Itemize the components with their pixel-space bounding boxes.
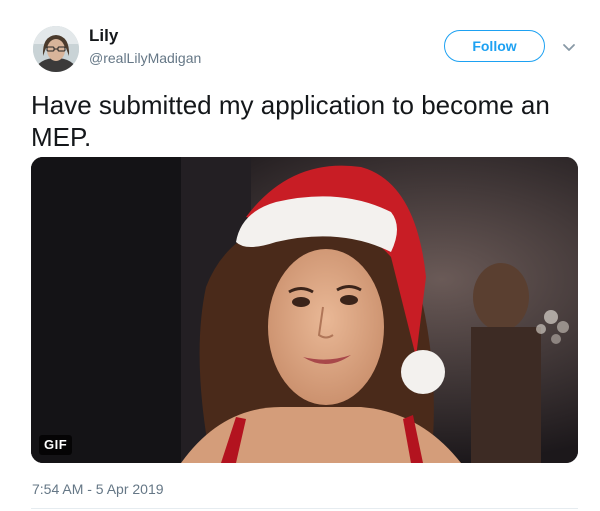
- tweet-timestamp[interactable]: 7:54 AM - 5 Apr 2019: [32, 481, 164, 497]
- author-name[interactable]: Lily: [89, 26, 118, 46]
- author-handle[interactable]: @realLilyMadigan: [89, 50, 201, 66]
- gif-media[interactable]: GIF: [31, 157, 578, 463]
- tweet-card: Lily @realLilyMadigan Follow Have submit…: [0, 0, 600, 511]
- gif-badge: GIF: [39, 435, 73, 455]
- follow-button[interactable]: Follow: [444, 30, 545, 62]
- avatar[interactable]: [33, 26, 79, 72]
- chevron-down-icon[interactable]: [560, 38, 578, 56]
- tweet-text: Have submitted my application to become …: [31, 90, 550, 152]
- divider: [31, 508, 578, 509]
